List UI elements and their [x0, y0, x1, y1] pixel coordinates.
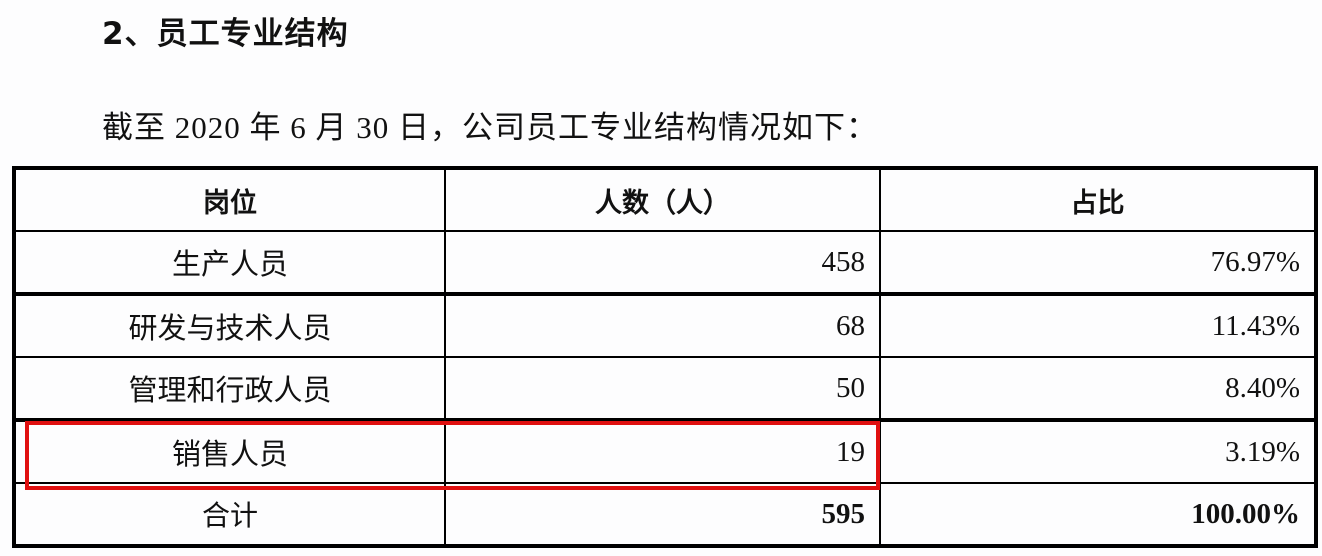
table-total-row: 合计 595 100.00%	[13, 482, 1317, 547]
table-header-row: 岗位 人数（人） 占比	[13, 167, 1317, 232]
cell-position: 销售人员	[13, 418, 446, 484]
header-count: 人数（人）	[444, 167, 881, 232]
cell-total-label: 合计	[13, 482, 446, 547]
table-row: 生产人员 458 76.97%	[13, 230, 1317, 295]
cell-count: 19	[444, 418, 881, 484]
cell-count: 68	[444, 292, 881, 358]
header-position: 岗位	[13, 167, 446, 232]
cell-ratio: 8.40%	[879, 356, 1317, 421]
cell-count: 50	[444, 356, 881, 421]
cell-ratio: 3.19%	[879, 418, 1317, 484]
section-heading: 2、员工专业结构	[102, 16, 349, 52]
header-ratio: 占比	[879, 167, 1317, 232]
cell-ratio: 11.43%	[879, 292, 1317, 358]
intro-paragraph: 截至 2020 年 6 月 30 日，公司员工专业结构情况如下：	[102, 110, 878, 145]
table-row: 研发与技术人员 68 11.43%	[13, 292, 1317, 358]
cell-position: 生产人员	[13, 230, 446, 295]
cell-total-ratio: 100.00%	[879, 482, 1317, 547]
cell-position: 研发与技术人员	[13, 292, 446, 358]
table-row: 销售人员 19 3.19%	[13, 418, 1317, 484]
table-row: 管理和行政人员 50 8.40%	[13, 356, 1317, 421]
staff-structure-table: 岗位 人数（人） 占比 生产人员 458 76.97% 研发与技术人员 68 1…	[12, 166, 1318, 548]
cell-position: 管理和行政人员	[13, 356, 446, 421]
cell-total-count: 595	[444, 482, 881, 547]
cell-ratio: 76.97%	[879, 230, 1317, 295]
cell-count: 458	[444, 230, 881, 295]
